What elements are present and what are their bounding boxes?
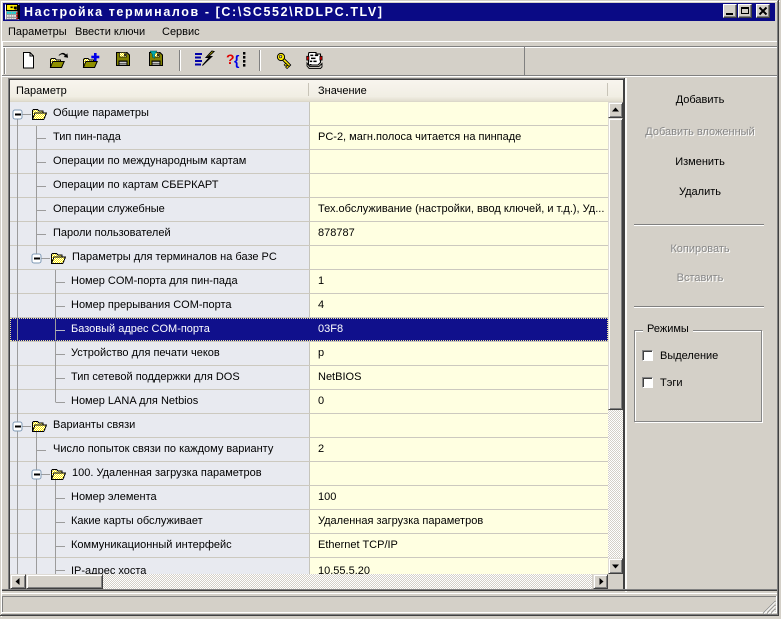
svg-text:{: { — [234, 52, 240, 68]
